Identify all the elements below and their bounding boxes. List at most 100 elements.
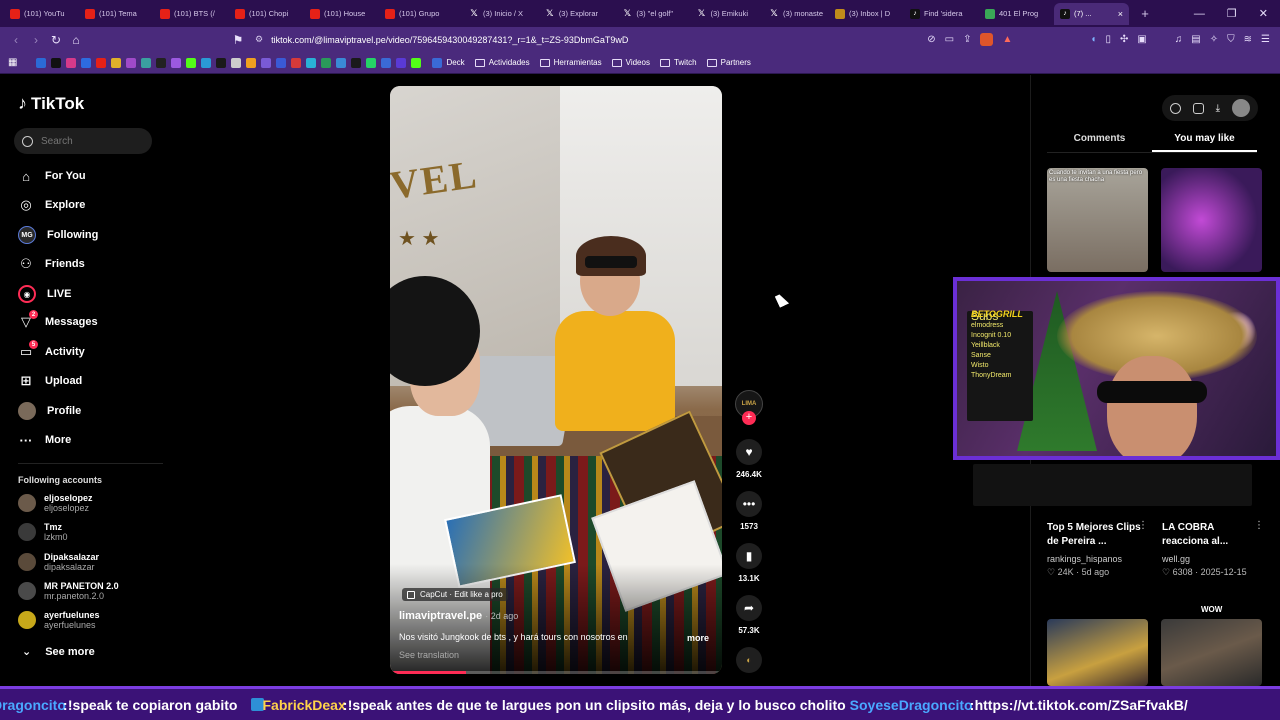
suggested-video-thumb[interactable] bbox=[1161, 619, 1262, 686]
reader-icon[interactable]: ⊘ bbox=[927, 34, 935, 45]
nav-following[interactable]: MG Following bbox=[18, 226, 98, 244]
see-translation-link[interactable]: See translation bbox=[399, 650, 459, 660]
bookmark-icon[interactable] bbox=[141, 57, 152, 68]
bookmark-icon[interactable] bbox=[291, 57, 302, 68]
bookmark-folder[interactable]: Actividades bbox=[474, 58, 530, 68]
music-icon[interactable]: ♫ bbox=[1175, 34, 1183, 45]
bookmark-icon[interactable] bbox=[396, 57, 407, 68]
browser-tab[interactable]: 401 El Prog bbox=[979, 3, 1054, 25]
video-author[interactable]: limaviptravel.pe · 2d ago bbox=[399, 610, 518, 622]
bookmark-folder[interactable]: Twitch bbox=[659, 58, 697, 68]
search-box[interactable] bbox=[14, 128, 152, 154]
following-account[interactable]: ayerfuelunes ayerfuelunes bbox=[18, 610, 100, 630]
download-icon[interactable]: ⤓ bbox=[1216, 103, 1220, 114]
bookmark-icon[interactable] bbox=[411, 57, 422, 68]
bookmark-icon[interactable] bbox=[231, 57, 242, 68]
nav-activity[interactable]: ▭ 5 Activity bbox=[18, 340, 85, 360]
browser-tab[interactable]: ♪ Find 'sidera bbox=[904, 3, 979, 25]
nav-live[interactable]: ◉ LIVE bbox=[18, 285, 71, 303]
suggested-video-thumb[interactable]: Cuando te invitan a una fiesta pero es u… bbox=[1047, 168, 1148, 272]
close-tab-icon[interactable]: × bbox=[1118, 9, 1123, 19]
bookmark-icon[interactable] bbox=[336, 57, 347, 68]
sound-disc[interactable]: ◐ bbox=[733, 647, 765, 673]
share-icon[interactable]: ⇪ bbox=[963, 34, 971, 45]
bookmark-icon[interactable] bbox=[126, 57, 137, 68]
browser-tab[interactable]: (101) Chopi bbox=[229, 3, 304, 25]
bookmark-icon[interactable] bbox=[276, 57, 287, 68]
suggested-video-thumb[interactable] bbox=[1047, 619, 1148, 686]
bookmark-icon[interactable] bbox=[201, 57, 212, 68]
browser-tab[interactable]: 𝕏 (3) Explorar bbox=[529, 3, 604, 25]
browser-tab[interactable]: 𝕏 (3) monaste bbox=[754, 3, 829, 25]
user-avatar[interactable] bbox=[1232, 99, 1250, 117]
suggested-video-author[interactable]: well.gg bbox=[1162, 554, 1190, 564]
bookmark-folder[interactable]: Deck bbox=[432, 57, 465, 68]
close-window-icon[interactable]: ✕ bbox=[1259, 7, 1268, 20]
bookmark-folder[interactable]: Partners bbox=[706, 58, 751, 68]
browser-tab[interactable]: ♪ (7) ... × bbox=[1054, 2, 1129, 25]
forward-icon[interactable]: › bbox=[26, 33, 46, 47]
description-more-button[interactable]: more bbox=[687, 633, 709, 643]
browser-tab[interactable]: (101) BTS (/ bbox=[154, 3, 229, 25]
bookmark-folder[interactable]: Videos bbox=[611, 58, 650, 68]
see-more-button[interactable]: ⌄ See more bbox=[22, 645, 95, 659]
menu-icon[interactable]: ☰ bbox=[1261, 34, 1270, 45]
tab-you-may-like[interactable]: You may like bbox=[1152, 127, 1257, 152]
suggested-video-title[interactable]: LA COBRA reacciona al... bbox=[1162, 521, 1262, 549]
tab-search-icon[interactable]: ▣ bbox=[1137, 34, 1146, 45]
nav-explore[interactable]: ◎ Explore bbox=[18, 197, 85, 213]
phone-icon[interactable] bbox=[1192, 102, 1204, 114]
comment-button[interactable]: ••• 1573 bbox=[733, 491, 765, 531]
nav-friends[interactable]: ⚇ Friends bbox=[18, 256, 85, 272]
bookmark-icon[interactable] bbox=[246, 57, 257, 68]
suggested-video-thumb[interactable] bbox=[1161, 168, 1262, 272]
bookmark-icon[interactable] bbox=[381, 57, 392, 68]
puzzle-icon[interactable]: ✣ bbox=[1120, 34, 1128, 45]
kick-bookmark-icon[interactable] bbox=[186, 57, 197, 68]
bookmark-icon[interactable] bbox=[36, 57, 47, 68]
search-input[interactable] bbox=[41, 135, 141, 147]
nav-for-you[interactable]: ⌂ For You bbox=[18, 168, 85, 184]
save-button[interactable]: ▮ 13.1K bbox=[733, 543, 765, 583]
video-player[interactable]: VEL ★ ★ CapCut · Edit like a pro limavip… bbox=[390, 86, 722, 674]
bookmark-page-icon[interactable]: ⚑ bbox=[228, 33, 248, 47]
leo-icon[interactable]: ✧ bbox=[1210, 34, 1218, 45]
apps-grid-icon[interactable]: ▦ bbox=[8, 57, 17, 68]
cast-icon[interactable]: ▭ bbox=[945, 34, 954, 45]
bookmark-folder[interactable]: Herramientas bbox=[539, 58, 602, 68]
tiktok-logo[interactable]: ♪ TikTok bbox=[18, 93, 84, 114]
sidebar-toggle-icon[interactable]: ▯ bbox=[1105, 34, 1111, 45]
video-progress-bar[interactable] bbox=[390, 671, 722, 674]
creator-avatar-button[interactable]: LIMA + bbox=[733, 390, 765, 425]
browser-tab[interactable]: (101) Tema bbox=[79, 3, 154, 25]
rewards-icon[interactable]: ▲ bbox=[1002, 34, 1012, 45]
suggested-video-author[interactable]: rankings_hispanos bbox=[1047, 554, 1122, 564]
extension-icon[interactable]: ◖ bbox=[1090, 34, 1096, 45]
share-button[interactable]: ➦ 57.3K bbox=[733, 595, 765, 635]
home-icon[interactable]: ⌂ bbox=[66, 33, 86, 47]
minimize-icon[interactable]: — bbox=[1194, 8, 1205, 20]
bookmark-icon[interactable] bbox=[321, 57, 332, 68]
instagram-bookmark-icon[interactable] bbox=[66, 57, 77, 68]
browser-tab[interactable]: (101) YouTu bbox=[4, 3, 79, 25]
like-button[interactable]: ♥ 246.4K bbox=[733, 439, 765, 479]
bookmark-icon[interactable] bbox=[171, 57, 182, 68]
bookmark-icon[interactable] bbox=[111, 57, 122, 68]
following-account[interactable]: MR PANETON 2.0 mr.paneton.2.0 bbox=[18, 581, 119, 601]
browser-tab[interactable]: 𝕏 (3) "el golf" bbox=[604, 3, 679, 25]
browser-tab[interactable]: 𝕏 (3) Inicio / X bbox=[454, 3, 529, 25]
facebook-bookmark-icon[interactable] bbox=[81, 57, 92, 68]
url-field[interactable]: ⚙ tiktok.com/@limaviptravel.pe/video/759… bbox=[255, 27, 628, 52]
bookmark-icon[interactable] bbox=[351, 57, 362, 68]
tiktok-bookmark-icon[interactable] bbox=[51, 57, 62, 68]
nav-profile[interactable]: Profile bbox=[18, 402, 81, 420]
wallet-icon[interactable]: ▤ bbox=[1191, 34, 1200, 45]
nav-messages[interactable]: ▽ 2 Messages bbox=[18, 310, 98, 330]
brave-news-icon[interactable]: ≋ bbox=[1244, 34, 1252, 45]
vpn-icon[interactable]: ⛉ bbox=[1227, 34, 1235, 45]
bookmark-icon[interactable] bbox=[306, 57, 317, 68]
capcut-tag[interactable]: CapCut · Edit like a pro bbox=[402, 588, 508, 601]
bookmark-icon[interactable] bbox=[261, 57, 272, 68]
bookmark-icon[interactable] bbox=[216, 57, 227, 68]
new-tab-button[interactable]: + bbox=[1135, 6, 1155, 21]
